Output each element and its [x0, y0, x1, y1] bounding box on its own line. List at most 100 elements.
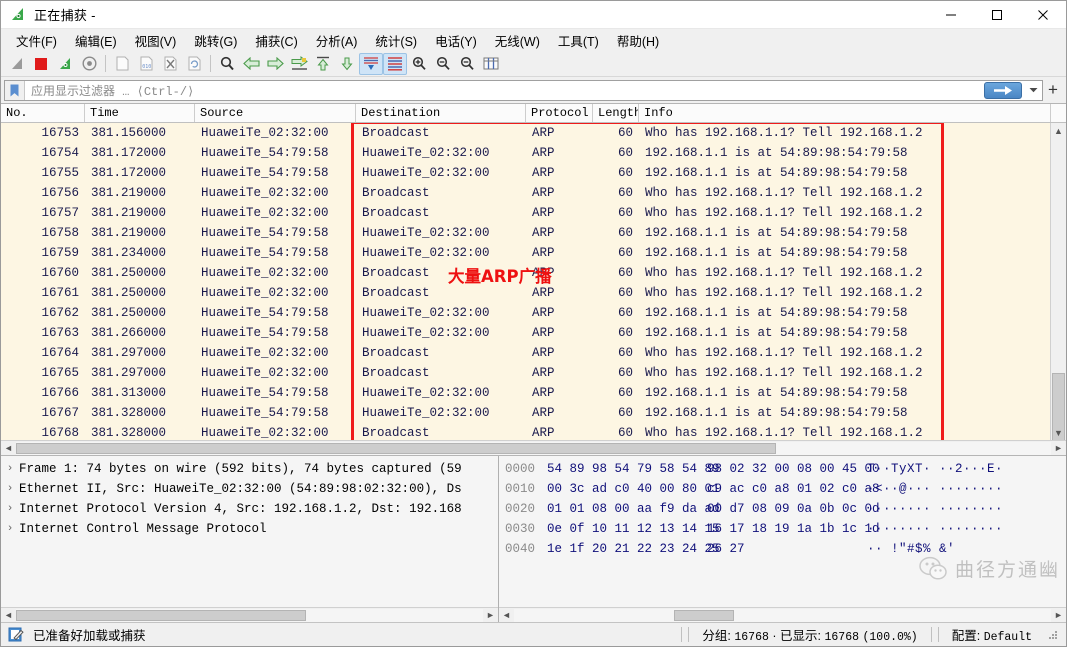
table-row[interactable]: 16757 381.219000 HuaweiTe_02:32:00 Broadcas… — [1, 203, 1066, 223]
table-row[interactable]: 16758 381.219000 HuaweiTe_54:79:58 HuaweiTe… — [1, 223, 1066, 243]
profile-indicator[interactable]: 配置: Default — [942, 625, 1042, 644]
table-row[interactable]: 16753 381.156000 HuaweiTe_02:32:00 Broadcas… — [1, 123, 1066, 143]
find-packet-icon[interactable] — [215, 53, 239, 75]
expand-arrow-icon[interactable]: › — [1, 463, 19, 475]
column-header-no[interactable]: No. — [1, 104, 85, 122]
scroll-up-icon[interactable]: ▲ — [1051, 123, 1066, 138]
detail-tree-item[interactable]: › Internet Protocol Version 4, Src: 192.1… — [1, 499, 498, 519]
start-capture-icon[interactable] — [5, 53, 29, 75]
table-row[interactable]: 16764 381.297000 HuaweiTe_02:32:00 Broadcas… — [1, 343, 1066, 363]
close-button[interactable] — [1020, 1, 1066, 29]
column-header-length[interactable]: Length — [593, 104, 639, 122]
menu-item-telephony[interactable]: 电话(Y) — [426, 29, 486, 52]
expand-arrow-icon[interactable]: › — [1, 523, 19, 535]
go-first-packet-icon[interactable] — [311, 53, 335, 75]
capture-ready-icon[interactable] — [1, 627, 31, 642]
resize-grip-icon[interactable] — [1046, 628, 1060, 642]
menu-item-tools[interactable]: 工具(T) — [549, 29, 608, 52]
scroll-left-icon[interactable]: ◄ — [499, 608, 514, 623]
go-last-packet-icon[interactable] — [335, 53, 359, 75]
detail-tree-item[interactable]: › Internet Control Message Protocol — [1, 519, 498, 539]
go-to-packet-icon[interactable] — [287, 53, 311, 75]
hscroll-track[interactable] — [16, 441, 1051, 455]
detail-tree-item[interactable]: › Ethernet II, Src: HuaweiTe_02:32:00 (54… — [1, 479, 498, 499]
menu-item-analyze[interactable]: 分析(A) — [307, 29, 367, 52]
table-row[interactable]: 16756 381.219000 HuaweiTe_02:32:00 Broadcas… — [1, 183, 1066, 203]
capture-options-icon[interactable] — [77, 53, 101, 75]
scroll-left-icon[interactable]: ◄ — [1, 441, 16, 456]
scroll-right-icon[interactable]: ► — [483, 608, 498, 623]
hex-dump-line[interactable]: 0040 1e 1f 20 21 22 23 24 25 26 27 ·· !"#$%… — [499, 539, 1066, 559]
table-row[interactable]: 16759 381.234000 HuaweiTe_54:79:58 HuaweiTe… — [1, 243, 1066, 263]
table-row[interactable]: 16763 381.266000 HuaweiTe_54:79:58 HuaweiTe… — [1, 323, 1066, 343]
table-row[interactable]: 16768 381.328000 HuaweiTe_02:32:00 Broadcas… — [1, 423, 1066, 440]
zoom-in-icon[interactable] — [407, 53, 431, 75]
apply-filter-button[interactable] — [984, 81, 1022, 99]
menu-item-capture[interactable]: 捕获(C) — [246, 29, 306, 52]
colorize-icon[interactable] — [383, 52, 407, 75]
cell-length: 60 — [617, 206, 633, 220]
hscroll-track[interactable] — [16, 608, 483, 622]
packet-bytes-horizontal-scrollbar[interactable]: ◄ ► — [499, 607, 1066, 622]
maximize-button[interactable] — [974, 1, 1020, 29]
close-file-icon[interactable] — [158, 53, 182, 75]
table-row[interactable]: 16755 381.172000 HuaweiTe_54:79:58 HuaweiTe… — [1, 163, 1066, 183]
hscroll-track[interactable] — [514, 608, 1051, 622]
stop-capture-icon[interactable] — [29, 53, 53, 75]
column-header-time[interactable]: Time — [85, 104, 195, 122]
filter-input[interactable]: 应用显示过滤器 … ⟨Ctrl-/⟩ — [25, 82, 984, 99]
table-row[interactable]: 16767 381.328000 HuaweiTe_54:79:58 HuaweiTe… — [1, 403, 1066, 423]
cell-source: HuaweiTe_54:79:58 — [201, 246, 329, 260]
open-file-icon[interactable] — [110, 53, 134, 75]
hscrollbar-thumb[interactable] — [16, 442, 776, 454]
menu-item-wireless[interactable]: 无线(W) — [486, 29, 549, 52]
table-row[interactable]: 16762 381.250000 HuaweiTe_54:79:58 HuaweiTe… — [1, 303, 1066, 323]
column-header-destination[interactable]: Destination — [356, 104, 526, 122]
packet-list-vertical-scrollbar[interactable]: ▲ ▼ — [1050, 123, 1066, 440]
cell-protocol: ARP — [532, 186, 555, 200]
cell-no: 16762 — [41, 306, 79, 320]
column-header-protocol[interactable]: Protocol — [526, 104, 593, 122]
table-row[interactable]: 16766 381.313000 HuaweiTe_54:79:58 HuaweiTe… — [1, 383, 1066, 403]
menu-item-go[interactable]: 跳转(G) — [185, 29, 246, 52]
auto-scroll-icon[interactable] — [359, 52, 383, 75]
detail-tree-item[interactable]: › Frame 1: 74 bytes on wire (592 bits), 7… — [1, 459, 498, 479]
add-filter-button[interactable]: + — [1043, 79, 1063, 101]
detail-tree-label: Internet Protocol Version 4, Src: 192.16… — [19, 502, 462, 516]
restart-capture-icon[interactable] — [53, 53, 77, 75]
hex-dump-line[interactable]: 0020 01 01 08 00 aa f9 da ad 00 d7 08 09 0… — [499, 499, 1066, 519]
packet-detail-horizontal-scrollbar[interactable]: ◄ ► — [1, 607, 498, 622]
go-forward-icon[interactable] — [263, 53, 287, 75]
scroll-right-icon[interactable]: ► — [1051, 608, 1066, 623]
menu-item-view[interactable]: 视图(V) — [126, 29, 186, 52]
hex-dump-line[interactable]: 0030 0e 0f 10 11 12 13 14 15 16 17 18 19 1… — [499, 519, 1066, 539]
packet-list-horizontal-scrollbar[interactable]: ◄ ► — [1, 440, 1066, 455]
column-header-info[interactable]: Info — [639, 104, 1051, 122]
filter-input-wrapper[interactable]: 应用显示过滤器 … ⟨Ctrl-/⟩ — [4, 79, 1043, 101]
menu-item-file[interactable]: 文件(F) — [7, 29, 66, 52]
menu-item-statistics[interactable]: 统计(S) — [366, 29, 426, 52]
scroll-left-icon[interactable]: ◄ — [1, 608, 16, 623]
chevron-down-icon[interactable] — [1025, 81, 1042, 100]
bookmark-icon[interactable] — [5, 80, 25, 100]
menu-item-help[interactable]: 帮助(H) — [608, 29, 668, 52]
expand-arrow-icon[interactable]: › — [1, 503, 19, 515]
table-row[interactable]: 16765 381.297000 HuaweiTe_02:32:00 Broadcas… — [1, 363, 1066, 383]
reload-file-icon[interactable] — [182, 53, 206, 75]
resize-columns-icon[interactable] — [479, 53, 503, 75]
save-file-icon[interactable]: 010 — [134, 53, 158, 75]
scroll-right-icon[interactable]: ► — [1051, 441, 1066, 456]
go-back-icon[interactable] — [239, 53, 263, 75]
hex-dump-line[interactable]: 0010 00 3c ad c0 40 00 80 01 c9 ac c0 a8 0… — [499, 479, 1066, 499]
minimize-button[interactable] — [928, 1, 974, 29]
expand-arrow-icon[interactable]: › — [1, 483, 19, 495]
hscrollbar-thumb[interactable] — [16, 609, 306, 621]
zoom-out-icon[interactable] — [431, 53, 455, 75]
menu-item-edit[interactable]: 编辑(E) — [66, 29, 126, 52]
hex-dump-line[interactable]: 0000 54 89 98 54 79 58 54 89 98 02 32 00 0… — [499, 459, 1066, 479]
column-header-source[interactable]: Source — [195, 104, 356, 122]
hscrollbar-thumb[interactable] — [674, 609, 734, 621]
scroll-down-icon[interactable]: ▼ — [1051, 425, 1066, 440]
zoom-reset-icon[interactable] — [455, 53, 479, 75]
table-row[interactable]: 16754 381.172000 HuaweiTe_54:79:58 HuaweiTe… — [1, 143, 1066, 163]
